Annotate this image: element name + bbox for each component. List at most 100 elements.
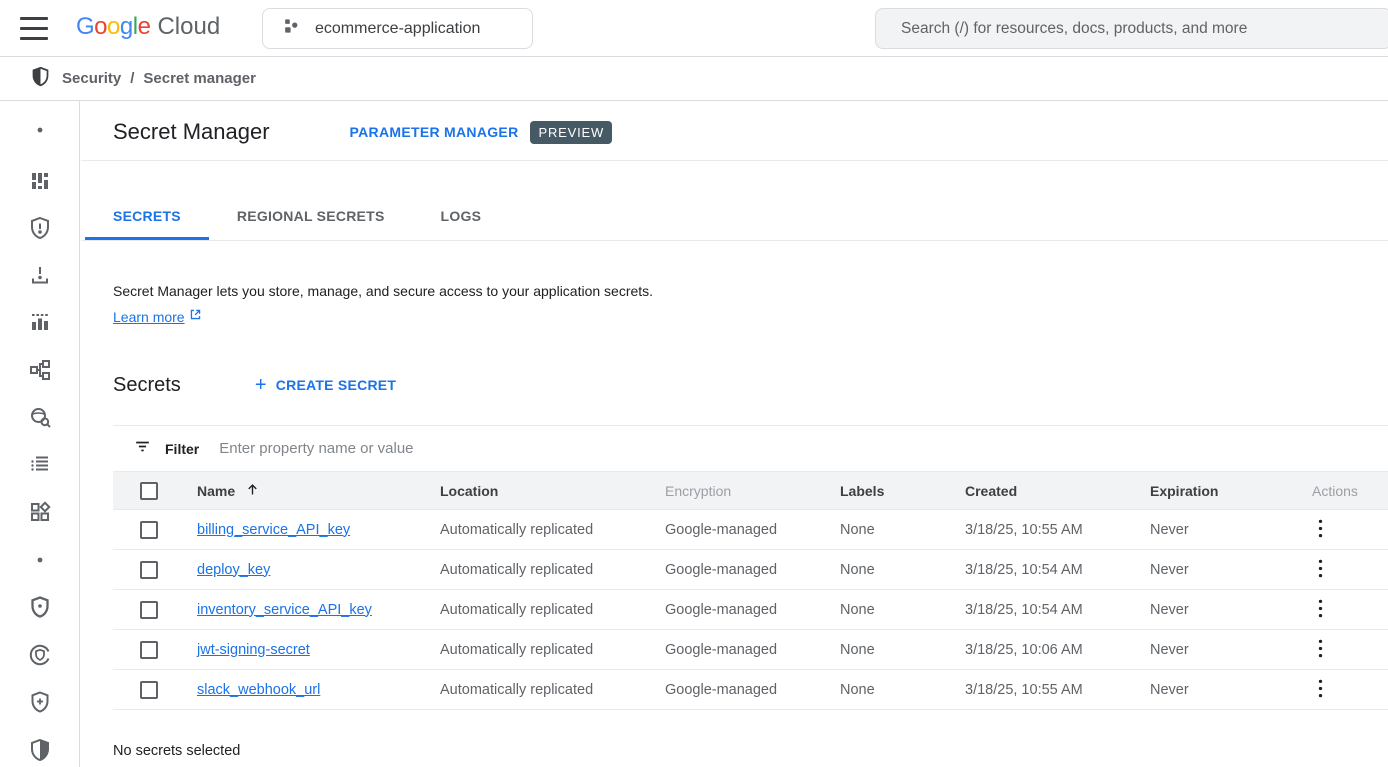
- tab-logs[interactable]: LOGS: [413, 192, 510, 240]
- plus-icon: +: [255, 375, 267, 395]
- cell-labels: None: [840, 522, 965, 538]
- breadcrumb-section[interactable]: Security: [62, 70, 121, 87]
- top-app-bar: Google Cloud ecommerce-application: [0, 0, 1388, 57]
- secrets-section-heading: Secrets: [113, 374, 181, 397]
- parameter-manager-link[interactable]: PARAMETER MANAGER: [350, 124, 519, 140]
- cell-expiration: Never: [1150, 522, 1290, 538]
- create-secret-button[interactable]: + CREATE SECRET: [255, 375, 396, 395]
- logo-letter: e: [138, 13, 151, 41]
- row-checkbox[interactable]: [140, 561, 158, 579]
- cell-location: Automatically replicated: [440, 562, 665, 578]
- logo-cloud-text: Cloud: [157, 13, 220, 41]
- table-header-row: Name Location Encryption Labels Created …: [113, 472, 1388, 510]
- filter-input[interactable]: [219, 440, 1388, 457]
- hierarchy-icon[interactable]: [28, 358, 52, 382]
- secrets-table: Filter Name Location Encryption Labels C…: [113, 425, 1388, 710]
- cell-expiration: Never: [1150, 562, 1290, 578]
- secret-name-link[interactable]: deploy_key: [197, 562, 270, 578]
- project-selector[interactable]: ecommerce-application: [262, 8, 533, 49]
- bar-chart-icon[interactable]: [28, 310, 52, 334]
- header-divider: [81, 160, 1388, 161]
- row-actions-kebab-icon[interactable]: [1312, 677, 1329, 703]
- cell-location: Automatically replicated: [440, 642, 665, 658]
- cell-encryption: Google-managed: [665, 522, 840, 538]
- cell-encryption: Google-managed: [665, 602, 840, 618]
- cell-labels: None: [840, 642, 965, 658]
- breadcrumb-page: Secret manager: [143, 70, 256, 87]
- dot-icon[interactable]: [28, 118, 52, 142]
- tab-secrets[interactable]: SECRETS: [85, 192, 209, 240]
- tab-bar: SECRETS REGIONAL SECRETS LOGS: [81, 192, 1388, 241]
- cell-encryption: Google-managed: [665, 562, 840, 578]
- hamburger-menu-icon[interactable]: [20, 17, 48, 40]
- global-search: [875, 8, 1388, 49]
- row-actions-kebab-icon[interactable]: [1312, 557, 1329, 583]
- breadcrumb: Security / Secret manager: [0, 57, 1388, 101]
- cell-created: 3/18/25, 10:55 AM: [965, 522, 1150, 538]
- page-description: Secret Manager lets you store, manage, a…: [113, 282, 1388, 301]
- search-globe-icon[interactable]: [28, 405, 52, 429]
- cell-encryption: Google-managed: [665, 682, 840, 698]
- security-nav-sidebar: [0, 101, 80, 767]
- filter-icon: [133, 437, 152, 461]
- table-row: jwt-signing-secret Automatically replica…: [113, 630, 1388, 670]
- install-alert-icon[interactable]: [28, 263, 52, 287]
- shield-dot-icon[interactable]: [28, 595, 52, 619]
- select-all-checkbox[interactable]: [140, 482, 158, 500]
- preview-badge: PREVIEW: [530, 121, 612, 144]
- logo-letter: g: [120, 13, 133, 41]
- shield-plus-icon[interactable]: [28, 690, 52, 714]
- row-checkbox[interactable]: [140, 681, 158, 699]
- row-checkbox[interactable]: [140, 641, 158, 659]
- cell-location: Automatically replicated: [440, 682, 665, 698]
- cell-expiration: Never: [1150, 682, 1290, 698]
- cell-expiration: Never: [1150, 642, 1290, 658]
- external-link-icon: [189, 308, 202, 326]
- cell-expiration: Never: [1150, 602, 1290, 618]
- row-checkbox[interactable]: [140, 521, 158, 539]
- logo-letter: G: [76, 13, 94, 41]
- secret-name-link[interactable]: jwt-signing-secret: [197, 642, 310, 658]
- compliance-circle-shield-icon[interactable]: [28, 643, 52, 667]
- secret-name-link[interactable]: slack_webhook_url: [197, 682, 320, 698]
- cell-labels: None: [840, 562, 965, 578]
- dot-icon[interactable]: [28, 548, 52, 572]
- table-row: slack_webhook_url Automatically replicat…: [113, 670, 1388, 710]
- arrow-up-icon[interactable]: [245, 482, 260, 500]
- selection-status: No secrets selected: [113, 743, 1388, 759]
- column-header-location[interactable]: Location: [440, 483, 665, 499]
- table-row: inventory_service_API_key Automatically …: [113, 590, 1388, 630]
- row-actions-kebab-icon[interactable]: [1312, 637, 1329, 663]
- filter-bar: Filter: [113, 426, 1388, 472]
- project-grid-icon: [281, 16, 301, 41]
- tab-regional-secrets[interactable]: REGIONAL SECRETS: [209, 192, 413, 240]
- cell-created: 3/18/25, 10:55 AM: [965, 682, 1150, 698]
- secret-name-link[interactable]: billing_service_API_key: [197, 522, 350, 538]
- main-content: Secret Manager PARAMETER MANAGER PREVIEW…: [81, 101, 1388, 767]
- list-icon[interactable]: [28, 452, 52, 476]
- google-cloud-logo[interactable]: Google Cloud: [76, 13, 220, 41]
- column-header-labels[interactable]: Labels: [840, 483, 965, 499]
- learn-more-link[interactable]: Learn more: [113, 309, 185, 325]
- cell-created: 3/18/25, 10:54 AM: [965, 602, 1150, 618]
- cell-location: Automatically replicated: [440, 602, 665, 618]
- row-checkbox[interactable]: [140, 601, 158, 619]
- secret-name-link[interactable]: inventory_service_API_key: [197, 602, 372, 618]
- column-header-encryption[interactable]: Encryption: [665, 483, 840, 499]
- logo-letter: o: [107, 13, 120, 41]
- column-header-name[interactable]: Name: [197, 483, 235, 499]
- cell-created: 3/18/25, 10:06 AM: [965, 642, 1150, 658]
- column-header-created[interactable]: Created: [965, 483, 1150, 499]
- cell-labels: None: [840, 682, 965, 698]
- column-header-expiration[interactable]: Expiration: [1150, 483, 1290, 499]
- security-shield-icon: [30, 66, 51, 92]
- shield-alert-icon[interactable]: [28, 216, 52, 240]
- apps-diamond-icon[interactable]: [28, 500, 52, 524]
- shield-half-icon[interactable]: [28, 738, 52, 762]
- equalizer-blocks-icon[interactable]: [28, 169, 52, 193]
- row-actions-kebab-icon[interactable]: [1312, 517, 1329, 543]
- row-actions-kebab-icon[interactable]: [1312, 597, 1329, 623]
- search-input[interactable]: [901, 20, 1381, 38]
- cell-location: Automatically replicated: [440, 522, 665, 538]
- cell-labels: None: [840, 602, 965, 618]
